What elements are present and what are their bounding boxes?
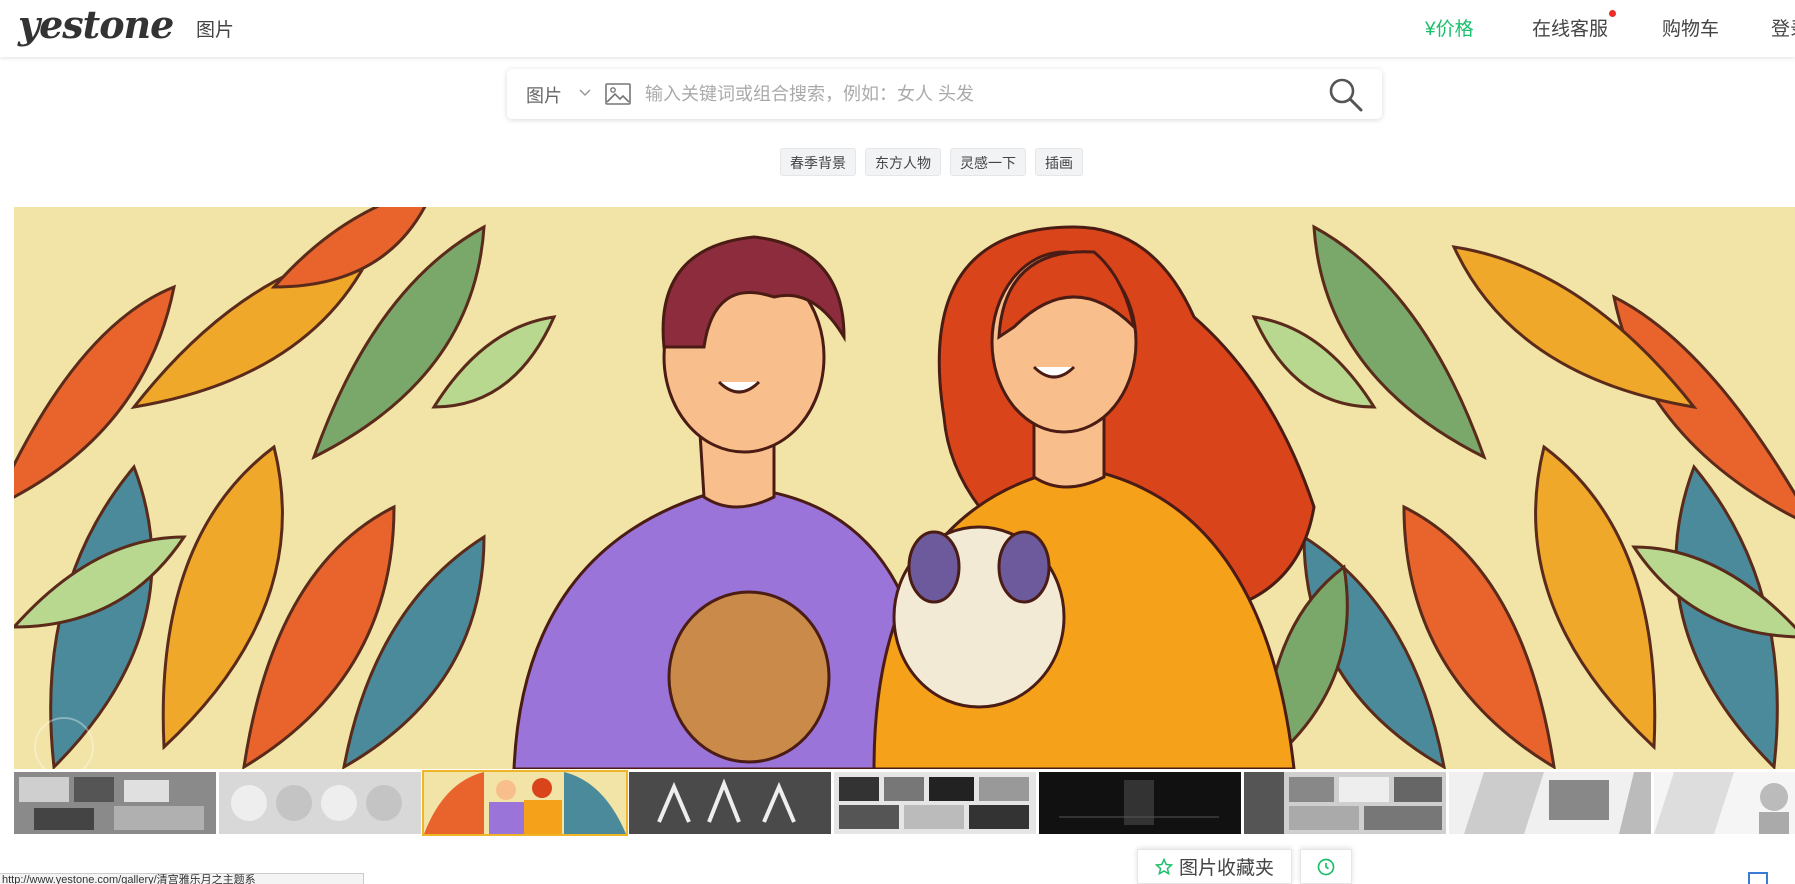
- thumbnail-5[interactable]: [834, 772, 1036, 834]
- banner-illustration[interactable]: [14, 207, 1795, 769]
- search-icon[interactable]: [1328, 77, 1364, 113]
- search-input[interactable]: [645, 78, 1285, 110]
- nav-price[interactable]: ¥价格: [1425, 14, 1474, 41]
- history-button[interactable]: [1300, 849, 1352, 884]
- nav-online-service[interactable]: 在线客服: [1532, 14, 1608, 41]
- nav-pictures[interactable]: 图片: [196, 15, 234, 42]
- thumbnail-4[interactable]: [629, 772, 831, 834]
- tag-spring-background[interactable]: 春季背景: [780, 148, 856, 176]
- tag-inspiration[interactable]: 灵感一下: [950, 148, 1026, 176]
- thumbnail-2[interactable]: [219, 772, 421, 834]
- chevron-down-icon[interactable]: [577, 84, 593, 100]
- favorites-button[interactable]: 图片收藏夹: [1137, 849, 1292, 884]
- thumbnail-1[interactable]: [14, 772, 216, 834]
- thumbnail-8[interactable]: [1449, 772, 1651, 834]
- tag-oriental-people[interactable]: 东方人物: [865, 148, 941, 176]
- thumbnail-3-active[interactable]: [422, 770, 628, 836]
- nav-login[interactable]: 登录: [1771, 14, 1795, 41]
- hot-tags: 春季背景 东方人物 灵感一下 插画: [780, 148, 1083, 176]
- banner-thumbnails: [14, 770, 1795, 836]
- thumbnail-7[interactable]: [1244, 772, 1446, 834]
- favorites-label: 图片收藏夹: [1178, 858, 1274, 879]
- window-corner-icon: [1748, 872, 1768, 884]
- search-type-select[interactable]: 图片: [526, 82, 562, 108]
- star-icon: [1154, 857, 1173, 875]
- image-search-icon[interactable]: [605, 83, 631, 105]
- thumbnail-6[interactable]: [1039, 772, 1241, 834]
- notification-dot: [1609, 10, 1616, 17]
- top-header: yestone 图片 ¥价格 在线客服 购物车 登录: [0, 0, 1795, 57]
- nav-shopping-cart[interactable]: 购物车: [1662, 14, 1719, 41]
- search-box: 图片: [507, 69, 1382, 119]
- banner-carousel[interactable]: [14, 207, 1795, 769]
- clock-icon: [1317, 858, 1335, 875]
- status-url-bar: http://www.yestone.com/gallery/清宫雅乐月之主题系: [0, 873, 364, 884]
- carousel-prev-button[interactable]: [34, 717, 94, 769]
- tag-illustration[interactable]: 插画: [1035, 148, 1083, 176]
- yestone-logo[interactable]: yestone: [18, 2, 174, 47]
- thumbnail-9[interactable]: [1654, 772, 1795, 834]
